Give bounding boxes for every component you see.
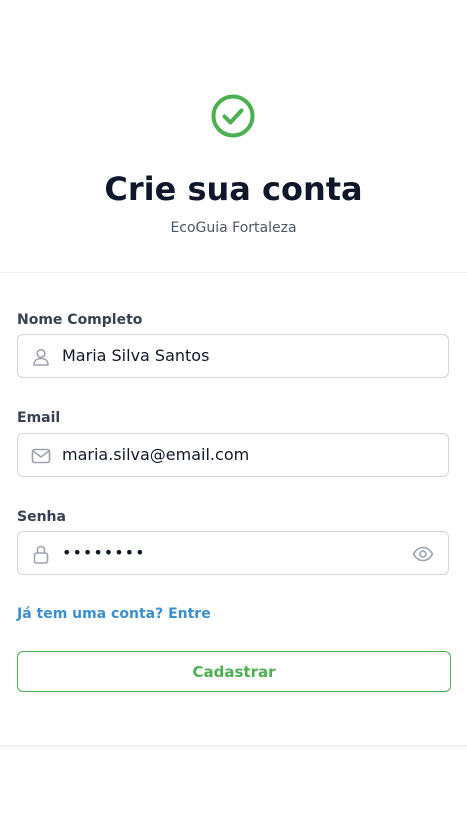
check-circle-icon	[211, 94, 255, 138]
email-input[interactable]	[62, 434, 436, 476]
signup-header: Crie sua conta EcoGuia Fortaleza	[0, 0, 467, 273]
password-field[interactable]: ••••••••	[17, 531, 449, 575]
signup-button[interactable]: Cadastrar	[17, 651, 451, 692]
name-field[interactable]	[17, 334, 449, 378]
login-link[interactable]: Já tem uma conta? Entre	[17, 604, 211, 624]
email-label: Email	[17, 410, 61, 426]
signup-screen: Crie sua conta EcoGuia Fortaleza Nome Co…	[0, 0, 467, 830]
signup-form: Nome Completo Email Senha ••••••••	[0, 273, 467, 746]
user-icon	[33, 348, 49, 366]
password-input[interactable]: ••••••••	[62, 532, 436, 574]
lock-icon	[33, 545, 49, 564]
mail-icon	[31, 448, 51, 464]
name-label: Nome Completo	[17, 312, 143, 328]
eye-icon[interactable]	[412, 544, 434, 564]
password-label: Senha	[17, 509, 66, 525]
page-title: Crie sua conta	[104, 170, 363, 208]
name-input[interactable]	[62, 335, 436, 377]
app-subtitle: EcoGuia Fortaleza	[170, 220, 297, 236]
email-field[interactable]	[17, 433, 449, 477]
